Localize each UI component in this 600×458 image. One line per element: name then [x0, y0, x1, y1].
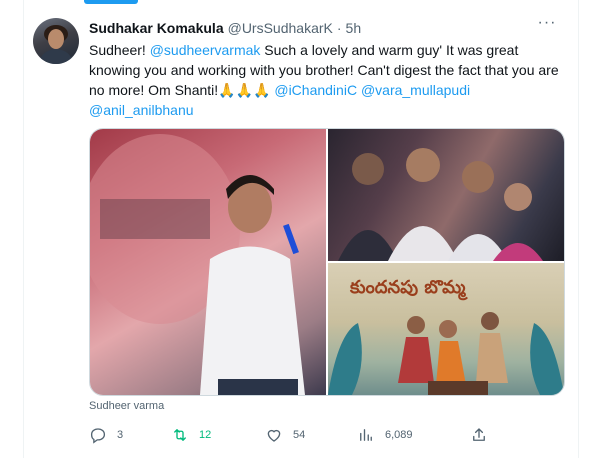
retweet-button[interactable]: 12: [171, 424, 211, 446]
views-button[interactable]: 6,089: [357, 424, 413, 446]
header-separator: ·: [336, 20, 342, 36]
avatar[interactable]: [33, 18, 79, 64]
share-icon: [473, 428, 485, 441]
views-count: 6,089: [385, 429, 413, 441]
tweet-text: Sudheer! @sudheervarmak Such a lovely an…: [89, 40, 559, 120]
more-options-icon[interactable]: ···: [535, 15, 559, 34]
tweet-header: Sudhakar Komakula @UrsSudhakarK · 5h: [89, 19, 361, 37]
media-image-poster[interactable]: కుందనపు బొమ్మ: [328, 263, 564, 395]
media-caption: Sudheer varma: [89, 400, 165, 412]
timeline-left-border: [23, 0, 24, 458]
tweet-media-grid[interactable]: కుందనపు బొమ్మ: [89, 128, 565, 396]
media-image-audience[interactable]: [328, 129, 564, 261]
views-icon: [360, 429, 372, 441]
like-count: 54: [293, 429, 306, 441]
retweet-icon: [174, 429, 186, 441]
reply-button[interactable]: 3: [89, 424, 123, 446]
tweet-time[interactable]: 5h: [346, 20, 362, 36]
tab-indicator: [84, 0, 138, 4]
mention-link[interactable]: @vara_mullapudi: [361, 82, 470, 98]
poster-title: కుందనపు బొమ్మ: [349, 277, 469, 301]
retweet-count: 12: [199, 429, 212, 441]
reply-count: 3: [117, 429, 124, 441]
media-image-speaker[interactable]: [90, 129, 326, 395]
timeline-right-border: [578, 0, 579, 458]
author-name[interactable]: Sudhakar Komakula: [89, 20, 224, 36]
tweet-text-segment: Sudheer!: [89, 42, 150, 58]
author-handle[interactable]: @UrsSudhakarK: [228, 20, 333, 36]
share-button[interactable]: [470, 424, 498, 446]
mention-link[interactable]: @sudheervarmak: [150, 42, 261, 58]
tweet-actions: 3 12 54 6,089: [89, 424, 509, 446]
mention-link[interactable]: @anil_anilbhanu: [89, 102, 194, 118]
like-button[interactable]: 54: [265, 424, 305, 446]
mention-link[interactable]: @iChandiniC: [274, 82, 357, 98]
like-icon: [267, 429, 281, 442]
reply-icon: [90, 428, 106, 444]
